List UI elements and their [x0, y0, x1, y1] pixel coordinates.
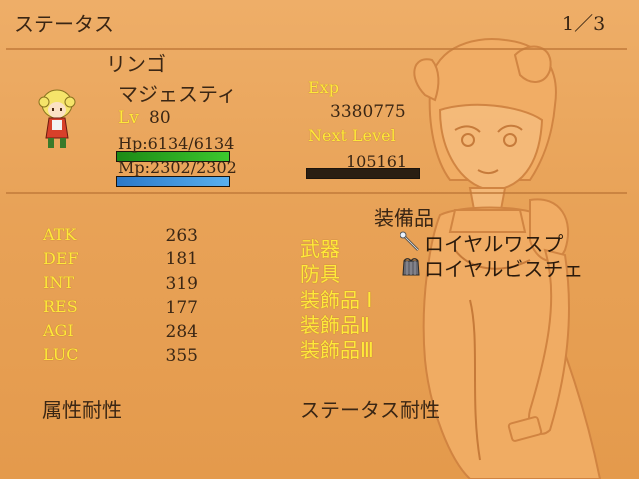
equip-weapon[interactable]: ロイヤルワスプ — [400, 230, 563, 256]
wand-icon — [400, 231, 419, 251]
stat-int-label: INT — [43, 273, 74, 292]
hp-text: Hp:6134/6134 — [118, 134, 235, 153]
divider-top — [6, 48, 627, 50]
divider-middle — [6, 192, 627, 194]
status-resist-title: ステータス耐性 — [300, 398, 440, 422]
status-screen: ステータス 1／3 リンゴ マジェスティ Lv 80 Hp:6134/6134 … — [0, 0, 639, 479]
next-level-value: 105161 — [346, 152, 408, 171]
equipment-title: 装備品 — [374, 206, 434, 230]
level-value: 80 — [149, 108, 171, 128]
mp-text: Mp:2302/2302 — [118, 158, 237, 177]
slot-accessory-3-label: 装飾品Ⅲ — [300, 338, 374, 362]
stat-agi-label: AGI — [43, 321, 74, 340]
stat-luc-label: LUC — [43, 345, 79, 364]
equip-armor-name: ロイヤルビスチェ — [424, 256, 584, 281]
stat-atk-label: ATK — [43, 225, 77, 244]
stat-def-label: DEF — [43, 249, 79, 268]
actor-sprite — [38, 89, 76, 148]
stat-agi-value: 284 — [165, 322, 198, 342]
stat-def-value: 181 — [165, 249, 198, 269]
bustier-icon — [402, 258, 420, 276]
element-resist-title: 属性耐性 — [42, 398, 122, 422]
stat-luc-value: 355 — [165, 346, 198, 366]
stat-int-value: 319 — [165, 274, 198, 294]
mp-gauge-fill — [117, 177, 229, 186]
level-label: Lv — [118, 108, 139, 128]
stat-res-label: RES — [43, 297, 78, 316]
page-indicator: 1／3 — [562, 13, 606, 35]
slot-armor-label: 防具 — [300, 262, 340, 286]
exp-label: Exp — [308, 78, 339, 97]
actor-name: リンゴ — [106, 52, 166, 76]
exp-value: 3380775 — [330, 102, 406, 122]
next-level-label: Next Level — [308, 126, 396, 145]
equip-armor[interactable]: ロイヤルビスチェ — [400, 255, 584, 281]
window-title: ステータス — [14, 12, 114, 36]
stat-res-value: 177 — [165, 298, 198, 318]
actor-class: マジェスティ — [118, 82, 237, 106]
stat-atk-value: 263 — [165, 226, 198, 246]
mp-gauge — [116, 176, 230, 187]
